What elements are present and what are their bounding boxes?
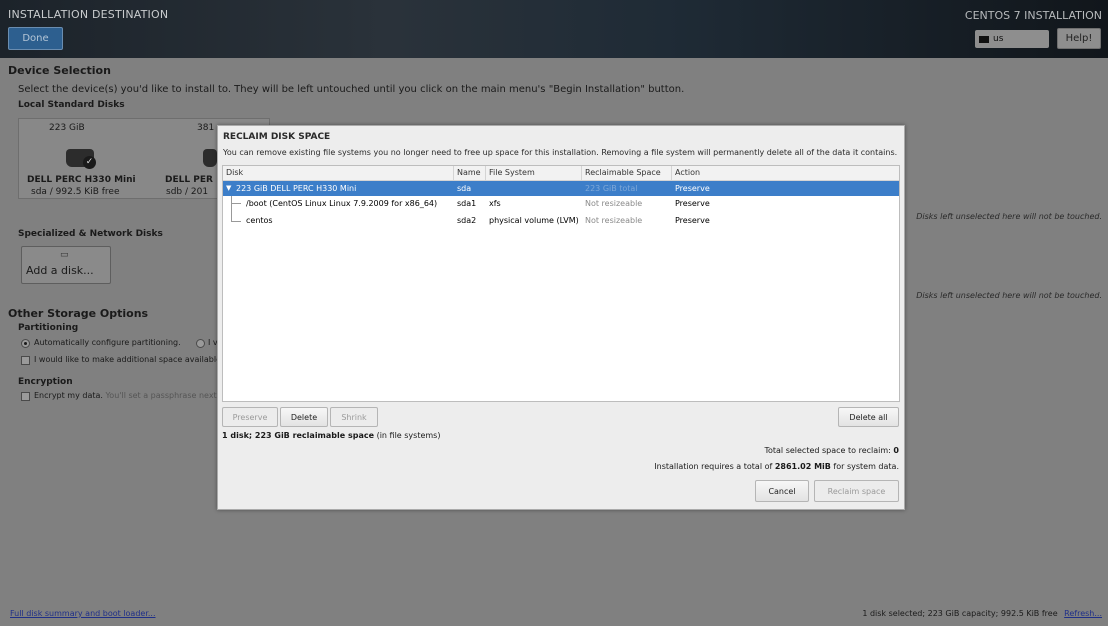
auto-partition-label: Automatically configure partitioning. <box>34 338 181 347</box>
dialog-description: You can remove existing file systems you… <box>223 148 898 157</box>
table-row[interactable]: /boot (CentOS Linux Linux 7.9.2009 for x… <box>223 196 899 211</box>
disk-name: DELL PERC H330 Mini <box>27 175 136 185</box>
preserve-button[interactable]: Preserve <box>222 407 278 427</box>
specialized-disks-heading: Specialized & Network Disks <box>18 229 163 239</box>
cancel-button[interactable]: Cancel <box>755 480 809 502</box>
partitioning-heading: Partitioning <box>18 323 79 333</box>
row-action: Preserve <box>675 184 710 193</box>
table-row[interactable]: centos sda2 physical volume (LVM) Not re… <box>223 213 899 228</box>
partition-table: Disk Name File System Reclaimable Space … <box>222 165 900 402</box>
delete-button[interactable]: Delete <box>280 407 328 427</box>
row-fs: xfs <box>489 199 501 208</box>
row-disk: 223 GiB DELL PERC H330 Mini <box>236 184 357 193</box>
selection-status: 1 disk selected; 223 GiB capacity; 992.5… <box>862 609 1058 618</box>
row-fs: physical volume (LVM) <box>489 216 579 225</box>
manual-partition-radio[interactable] <box>196 339 205 348</box>
row-name: sda1 <box>457 199 477 208</box>
keyboard-icon <box>979 35 989 43</box>
checkmark-icon: ✓ <box>83 156 96 169</box>
column-reclaimable-space[interactable]: Reclaimable Space <box>582 166 672 180</box>
reclaim-disk-space-dialog: RECLAIM DISK SPACE You can remove existi… <box>217 125 905 510</box>
disk-name: DELL PER <box>165 175 213 185</box>
keyboard-layout-label: us <box>993 34 1004 44</box>
reclaimable-summary: 1 disk; 223 GiB reclaimable space (in fi… <box>222 431 440 440</box>
encrypt-label-text: Encrypt my data. <box>34 391 103 400</box>
row-reclaim: Not resizeable <box>585 216 643 225</box>
disk-size: 223 GiB <box>49 123 85 133</box>
unselected-note: Disks left unselected here will not be t… <box>916 291 1102 300</box>
add-disk-button[interactable]: ▭ Add a disk... <box>21 246 111 284</box>
device-selection-heading: Device Selection <box>8 64 111 77</box>
unselected-note: Disks left unselected here will not be t… <box>916 212 1102 221</box>
additional-space-label: I would like to make additional space av… <box>34 355 221 364</box>
table-row[interactable]: ▼ 223 GiB DELL PERC H330 Mini sda 223 Gi… <box>223 181 899 196</box>
disk-icon: ▭ <box>60 250 69 260</box>
row-action: Preserve <box>675 216 710 225</box>
disk-info: sdb / 201 <box>166 187 209 197</box>
row-disk: centos <box>246 216 273 225</box>
shrink-button[interactable]: Shrink <box>330 407 378 427</box>
encrypt-hint: You'll set a passphrase next. <box>105 391 220 400</box>
disk-summary-link[interactable]: Full disk summary and boot loader... <box>10 609 156 618</box>
add-disk-label: Add a disk... <box>26 264 94 277</box>
encrypt-label: Encrypt my data. You'll set a passphrase… <box>34 391 219 400</box>
row-name: sda <box>457 184 472 193</box>
row-disk: /boot (CentOS Linux Linux 7.9.2009 for x… <box>246 199 438 208</box>
encryption-heading: Encryption <box>18 377 73 387</box>
column-disk[interactable]: Disk <box>223 166 454 180</box>
reclaimable-summary-rest: (in file systems) <box>374 431 441 440</box>
column-file-system[interactable]: File System <box>486 166 582 180</box>
reclaim-space-button[interactable]: Reclaim space <box>814 480 899 502</box>
row-name: sda2 <box>457 216 477 225</box>
keyboard-layout-indicator[interactable]: us <box>975 30 1049 48</box>
disk-info: sda / 992.5 KiB free <box>31 187 120 197</box>
requires-value: 2861.02 MiB <box>774 462 831 471</box>
storage-options-heading: Other Storage Options <box>8 307 149 320</box>
refresh-link[interactable]: Refresh... <box>1064 609 1102 618</box>
total-selected-label: Total selected space to reclaim: <box>764 446 891 455</box>
total-selected: Total selected space to reclaim: 0 <box>764 446 899 455</box>
encrypt-checkbox[interactable] <box>21 392 30 401</box>
hard-disk-icon <box>203 149 217 167</box>
delete-all-button[interactable]: Delete all <box>838 407 899 427</box>
done-button[interactable]: Done <box>8 27 63 50</box>
total-selected-value: 0 <box>893 446 899 455</box>
disk-size: 381 <box>197 123 215 133</box>
expander-arrow-icon[interactable]: ▼ <box>226 181 231 196</box>
row-reclaim: Not resizeable <box>585 199 643 208</box>
reclaimable-summary-bold: 1 disk; 223 GiB reclaimable space <box>222 431 375 440</box>
row-reclaim: 223 GiB total <box>585 184 638 193</box>
page-title: INSTALLATION DESTINATION <box>8 8 169 21</box>
help-button[interactable]: Help! <box>1057 28 1101 49</box>
row-action: Preserve <box>675 199 710 208</box>
dialog-title: RECLAIM DISK SPACE <box>223 132 331 142</box>
requires-prefix: Installation requires a total of <box>654 462 775 471</box>
device-selection-description: Select the device(s) you'd like to insta… <box>18 84 685 95</box>
auto-partition-radio[interactable] <box>21 339 30 348</box>
product-title: CENTOS 7 INSTALLATION <box>964 9 1102 22</box>
requires-suffix: for system data. <box>830 462 899 471</box>
local-disks-heading: Local Standard Disks <box>18 100 125 110</box>
additional-space-checkbox[interactable] <box>21 356 30 365</box>
column-name[interactable]: Name <box>454 166 486 180</box>
header-bar: INSTALLATION DESTINATION Done CENTOS 7 I… <box>0 0 1108 58</box>
column-action[interactable]: Action <box>672 166 899 180</box>
installation-requirement: Installation requires a total of 2861.02… <box>654 462 899 471</box>
footer-status: 1 disk selected; 223 GiB capacity; 992.5… <box>862 609 1102 618</box>
table-header: Disk Name File System Reclaimable Space … <box>223 166 899 181</box>
